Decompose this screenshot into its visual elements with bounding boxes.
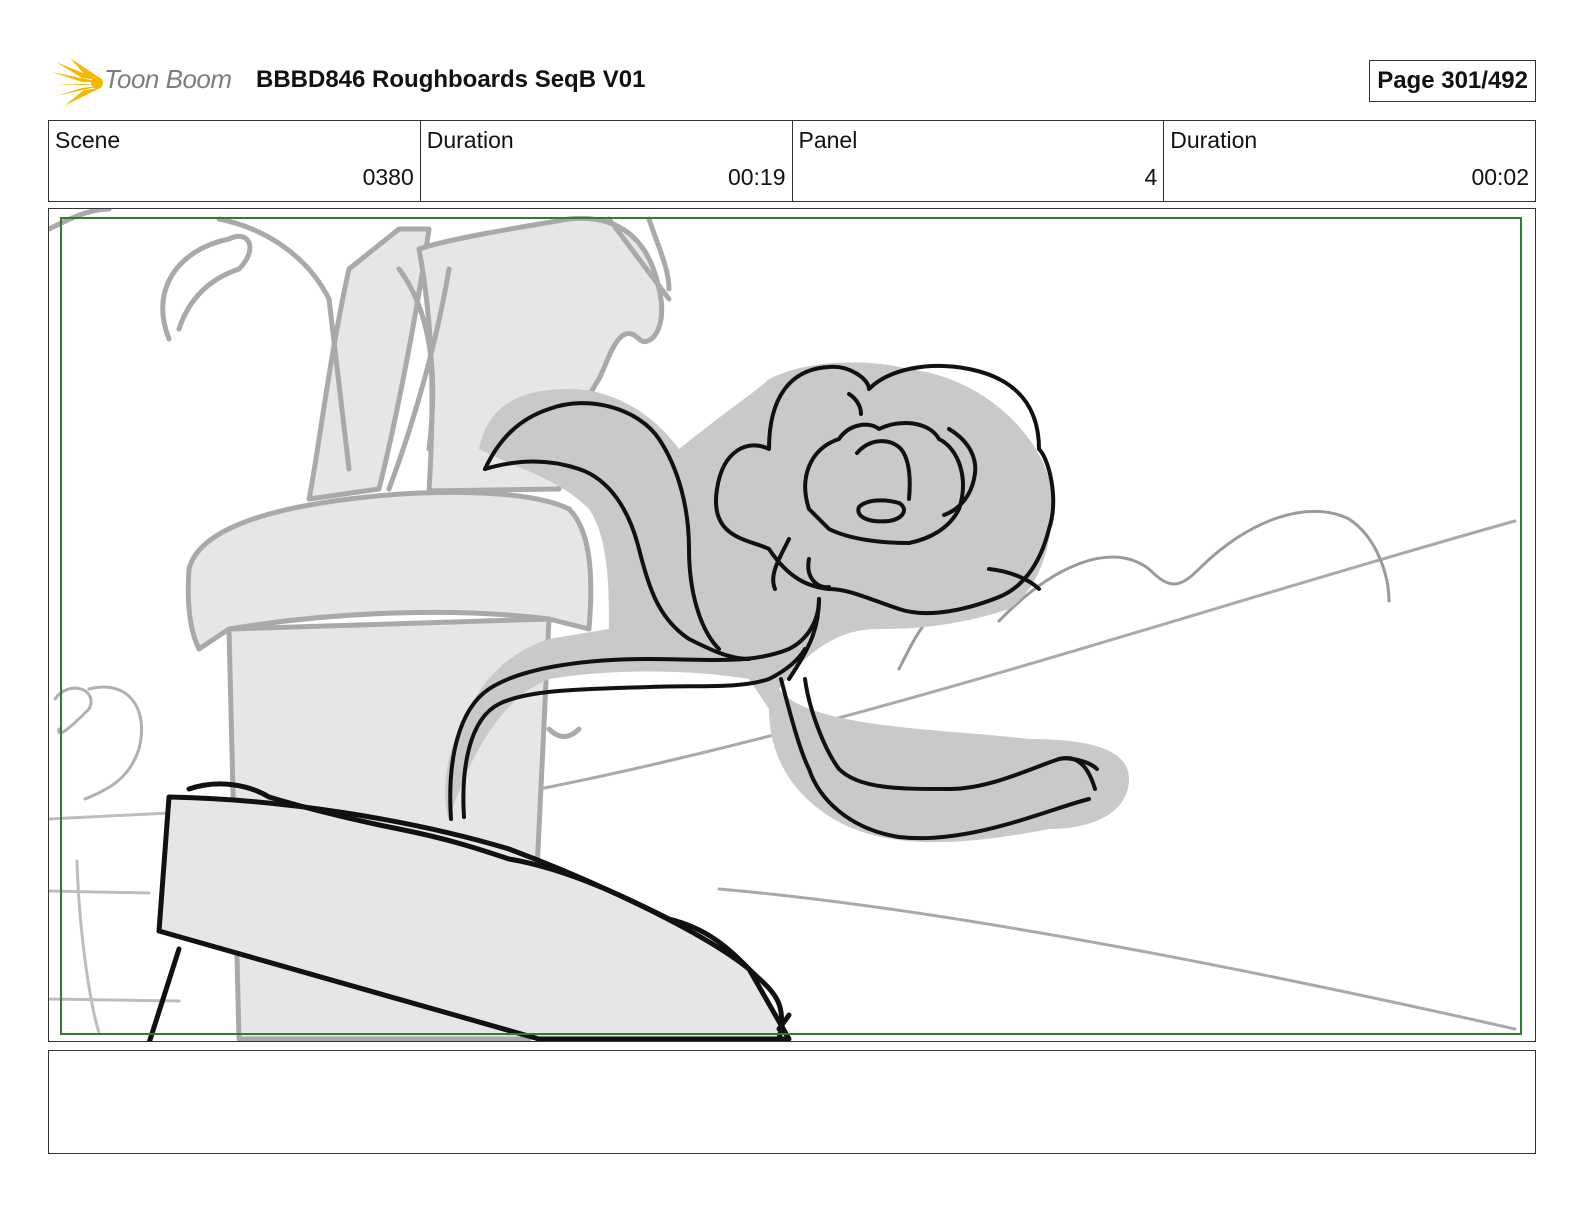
scene-duration-label: Duration	[426, 127, 514, 153]
document-title: BBBD846 Roughboards SeqB V01	[256, 66, 646, 93]
scene-duration-value: 00:19	[727, 164, 786, 190]
panel-label: Panel	[798, 127, 858, 153]
scene-cell: Scene 0380	[49, 121, 421, 201]
panel-value: 4	[1144, 164, 1158, 190]
scene-info-table: Scene 0380 Duration 00:19 Panel 4 Durati…	[48, 120, 1536, 202]
panel-notes-box[interactable]	[48, 1050, 1536, 1154]
page-indicator: Page 301/492	[1369, 60, 1536, 102]
scene-value: 0380	[362, 164, 414, 190]
scene-label: Scene	[55, 127, 121, 153]
toon-boom-logo: Toon Boom	[52, 58, 242, 108]
panel-duration-label: Duration	[1170, 127, 1258, 153]
scene-duration-cell: Duration 00:19	[421, 121, 793, 201]
panel-duration-cell: Duration 00:02	[1164, 121, 1535, 201]
storyboard-panel	[48, 208, 1536, 1042]
panel-cell: Panel 4	[793, 121, 1165, 201]
logo-text: Toon Boom	[104, 64, 232, 94]
starburst-icon	[52, 58, 103, 106]
panel-duration-value: 00:02	[1471, 164, 1529, 190]
page-header: Toon Boom BBBD846 Roughboards SeqB V01 P…	[48, 56, 1536, 106]
sketch-drawing	[49, 209, 1517, 1041]
